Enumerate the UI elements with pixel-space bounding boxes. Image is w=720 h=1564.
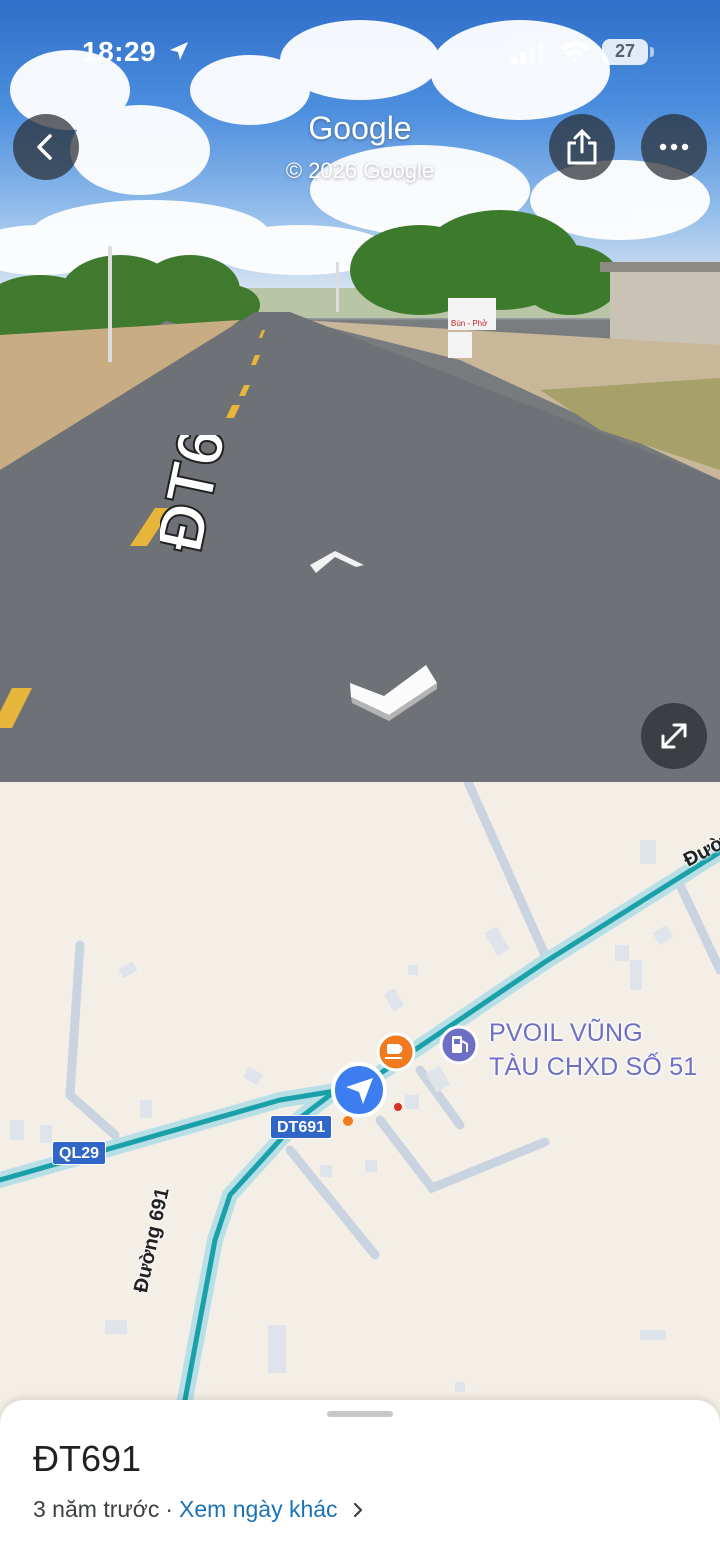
more-options-button[interactable]	[641, 114, 707, 180]
street-view-panel[interactable]: Bún - Phở ĐT691 18:29 27 Google © 2026 G…	[0, 0, 720, 782]
expand-icon	[661, 723, 687, 749]
poi-label-line1: PVOIL VŨNG	[489, 1019, 643, 1047]
chevron-right-icon[interactable]	[352, 1500, 364, 1520]
other-dates-link[interactable]: Xem ngày khác	[179, 1496, 338, 1523]
map-view[interactable]	[0, 782, 720, 1422]
bottom-sheet[interactable]: ĐT691 3 năm trước · Xem ngày khác	[0, 1400, 720, 1564]
chevron-left-icon	[37, 134, 52, 160]
status-bar: 18:29 27	[0, 0, 720, 100]
copyright-text: © 2026 Google	[285, 158, 435, 183]
cellular-signal-icon	[511, 42, 544, 64]
sign-text: Bún - Phở	[451, 319, 488, 328]
wifi-icon	[560, 41, 590, 63]
capture-date-line: 3 năm trước · Xem ngày khác	[33, 1496, 364, 1523]
battery-level: 27	[614, 41, 636, 61]
back-button[interactable]	[13, 114, 79, 180]
current-location-marker[interactable]	[331, 1062, 387, 1118]
place-title: ĐT691	[33, 1438, 142, 1479]
capture-age: 3 năm trước	[33, 1496, 160, 1522]
road-marking: ĐT691	[160, 435, 256, 559]
gas-station-marker[interactable]	[439, 1025, 479, 1065]
separator-dot: ·	[165, 1496, 174, 1522]
poi-label-line2: TÀU CHXD SỐ 51	[489, 1053, 698, 1081]
route-shield-ql29: QL29	[52, 1141, 107, 1165]
share-icon	[567, 129, 597, 165]
more-horizontal-icon	[659, 143, 689, 151]
map-canvas[interactable]	[0, 782, 720, 1422]
route-shield-dt691: DT691	[270, 1115, 333, 1139]
cafe-marker[interactable]	[376, 1032, 416, 1072]
poi-label-pvoil[interactable]: PVOIL VŨNG TÀU CHXD SỐ 51	[489, 1016, 697, 1084]
share-button[interactable]	[549, 114, 615, 180]
location-arrow-icon	[170, 42, 188, 60]
status-time: 18:29	[82, 36, 157, 67]
expand-button[interactable]	[641, 703, 707, 769]
sheet-grabber[interactable]	[327, 1411, 393, 1417]
svg-text:ĐT691: ĐT691	[160, 435, 255, 558]
battery-icon: 27	[602, 39, 654, 65]
